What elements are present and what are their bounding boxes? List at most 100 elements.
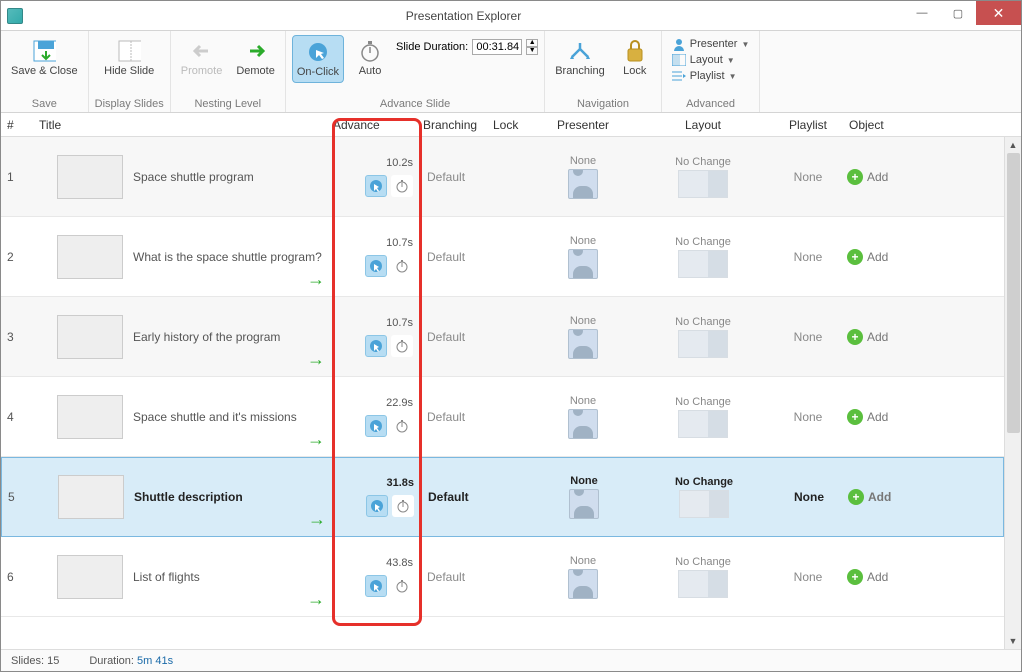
layout-cell[interactable]: No Change [633,156,773,198]
auto-button[interactable]: Auto [350,35,390,81]
object-cell: + Add [843,569,1004,585]
slide-thumbnail[interactable] [57,555,123,599]
slide-row[interactable]: 3 Early history of the program → 10.7s D… [1,297,1004,377]
branching-cell[interactable]: Default [423,410,493,424]
scroll-up[interactable]: ▲ [1005,137,1021,153]
advance-cell: 10.7s [333,317,423,357]
window-title: Presentation Explorer [23,9,904,23]
minimize-button[interactable]: — [904,1,940,25]
playlist-cell[interactable]: None [773,250,843,264]
add-object-button[interactable]: + Add [847,569,888,585]
presenter-cell[interactable]: None [533,155,633,199]
playlist-cell[interactable]: None [773,410,843,424]
branching-cell[interactable]: Default [423,570,493,584]
add-object-button[interactable]: + Add [847,409,888,425]
add-object-button[interactable]: + Add [848,489,891,505]
slide-thumbnail[interactable] [57,315,123,359]
maximize-button[interactable]: ▢ [940,1,976,25]
title-cell: Early history of the program → [33,297,333,376]
layout-cell[interactable]: No Change [633,236,773,278]
layout-value: No Change [675,316,731,328]
slide-thumbnail[interactable] [57,235,123,279]
onclick-button[interactable]: On-Click [292,35,344,83]
header-branching[interactable]: Branching [423,118,493,132]
advance-timer-toggle[interactable] [391,335,413,357]
playlist-cell[interactable]: None [774,490,844,504]
ribbon-group-advanced: Presenter ▼ Layout ▼ Playlist ▼ Advanced [662,31,761,112]
branching-cell[interactable]: Default [423,170,493,184]
scroll-thumb[interactable] [1007,153,1020,433]
header-playlist[interactable]: Playlist [773,118,843,132]
advance-timer-toggle[interactable] [391,415,413,437]
branching-cell[interactable]: Default [423,330,493,344]
branching-cell[interactable]: Default [424,490,494,504]
advance-timer-toggle[interactable] [391,575,413,597]
hide-slide-button[interactable]: Hide Slide [100,35,158,81]
presenter-cell[interactable]: None [533,555,633,599]
add-object-button[interactable]: + Add [847,169,888,185]
header-lock[interactable]: Lock [493,118,533,132]
playlist-cell[interactable]: None [773,570,843,584]
add-object-button[interactable]: + Add [847,329,888,345]
advance-timer-toggle[interactable] [391,255,413,277]
presenter-cell[interactable]: None [533,315,633,359]
presenter-cell[interactable]: None [534,475,634,519]
layout-cell[interactable]: No Change [634,476,774,518]
layout-dropdown[interactable]: Layout ▼ [672,53,750,67]
playlist-cell[interactable]: None [773,170,843,184]
advance-onclick-toggle[interactable] [366,495,388,517]
header-object[interactable]: Object [843,118,1021,132]
advance-onclick-toggle[interactable] [365,575,387,597]
slide-row[interactable]: 5 Shuttle description → 31.8s Default No… [1,457,1004,537]
presenter-dropdown[interactable]: Presenter ▼ [672,37,750,51]
presenter-cell[interactable]: None [533,235,633,279]
close-button[interactable]: ✕ [976,1,1021,25]
scroll-down[interactable]: ▼ [1005,633,1021,649]
vertical-scrollbar[interactable]: ▲ ▼ [1004,137,1021,649]
advance-onclick-toggle[interactable] [365,335,387,357]
slide-thumbnail[interactable] [57,155,123,199]
slide-thumbnail[interactable] [58,475,124,519]
branching-button[interactable]: Branching [551,35,609,81]
slide-thumbnail[interactable] [57,395,123,439]
branching-cell[interactable]: Default [423,250,493,264]
demote-icon [244,39,268,63]
advance-timer-toggle[interactable] [391,175,413,197]
header-advance[interactable]: Advance [333,118,423,132]
advance-onclick-toggle[interactable] [365,415,387,437]
playlist-dropdown[interactable]: Playlist ▼ [672,69,750,83]
advance-onclick-toggle[interactable] [365,175,387,197]
presenter-cell[interactable]: None [533,395,633,439]
slide-row[interactable]: 1 Space shuttle program 10.2s Default No… [1,137,1004,217]
header-title[interactable]: Title [33,118,333,132]
avatar-icon [568,329,598,359]
advance-onclick-toggle[interactable] [365,255,387,277]
avatar-icon [568,409,598,439]
slide-row[interactable]: 2 What is the space shuttle program? → 1… [1,217,1004,297]
layout-cell[interactable]: No Change [633,316,773,358]
presenter-value: None [570,475,598,487]
slide-row[interactable]: 6 List of flights → 43.8s Default None N… [1,537,1004,617]
save-close-button[interactable]: Save & Close [7,35,82,81]
plus-icon: + [847,569,863,585]
playlist-cell[interactable]: None [773,330,843,344]
window-controls: — ▢ ✕ [904,1,1021,30]
header-num[interactable]: # [1,118,33,132]
advance-timer-toggle[interactable] [392,495,414,517]
spinner-up[interactable]: ▲ [526,39,538,47]
ribbon-group-advance: On-Click Auto Slide Duration: ▲ ▼ Advanc… [286,31,545,112]
status-duration: Duration: 5m 41s [89,655,173,667]
row-number: 1 [1,170,33,184]
lock-button[interactable]: Lock [615,35,655,81]
add-object-button[interactable]: + Add [847,249,888,265]
chevron-down-icon: ▼ [729,72,737,81]
promote-button[interactable]: Promote [177,35,227,81]
header-presenter[interactable]: Presenter [533,118,633,132]
demote-button[interactable]: Demote [232,35,279,81]
layout-cell[interactable]: No Change [633,556,773,598]
slide-row[interactable]: 4 Space shuttle and it's missions → 22.9… [1,377,1004,457]
slide-duration-input[interactable] [472,39,522,55]
spinner-down[interactable]: ▼ [526,47,538,55]
layout-cell[interactable]: No Change [633,396,773,438]
header-layout[interactable]: Layout [633,118,773,132]
